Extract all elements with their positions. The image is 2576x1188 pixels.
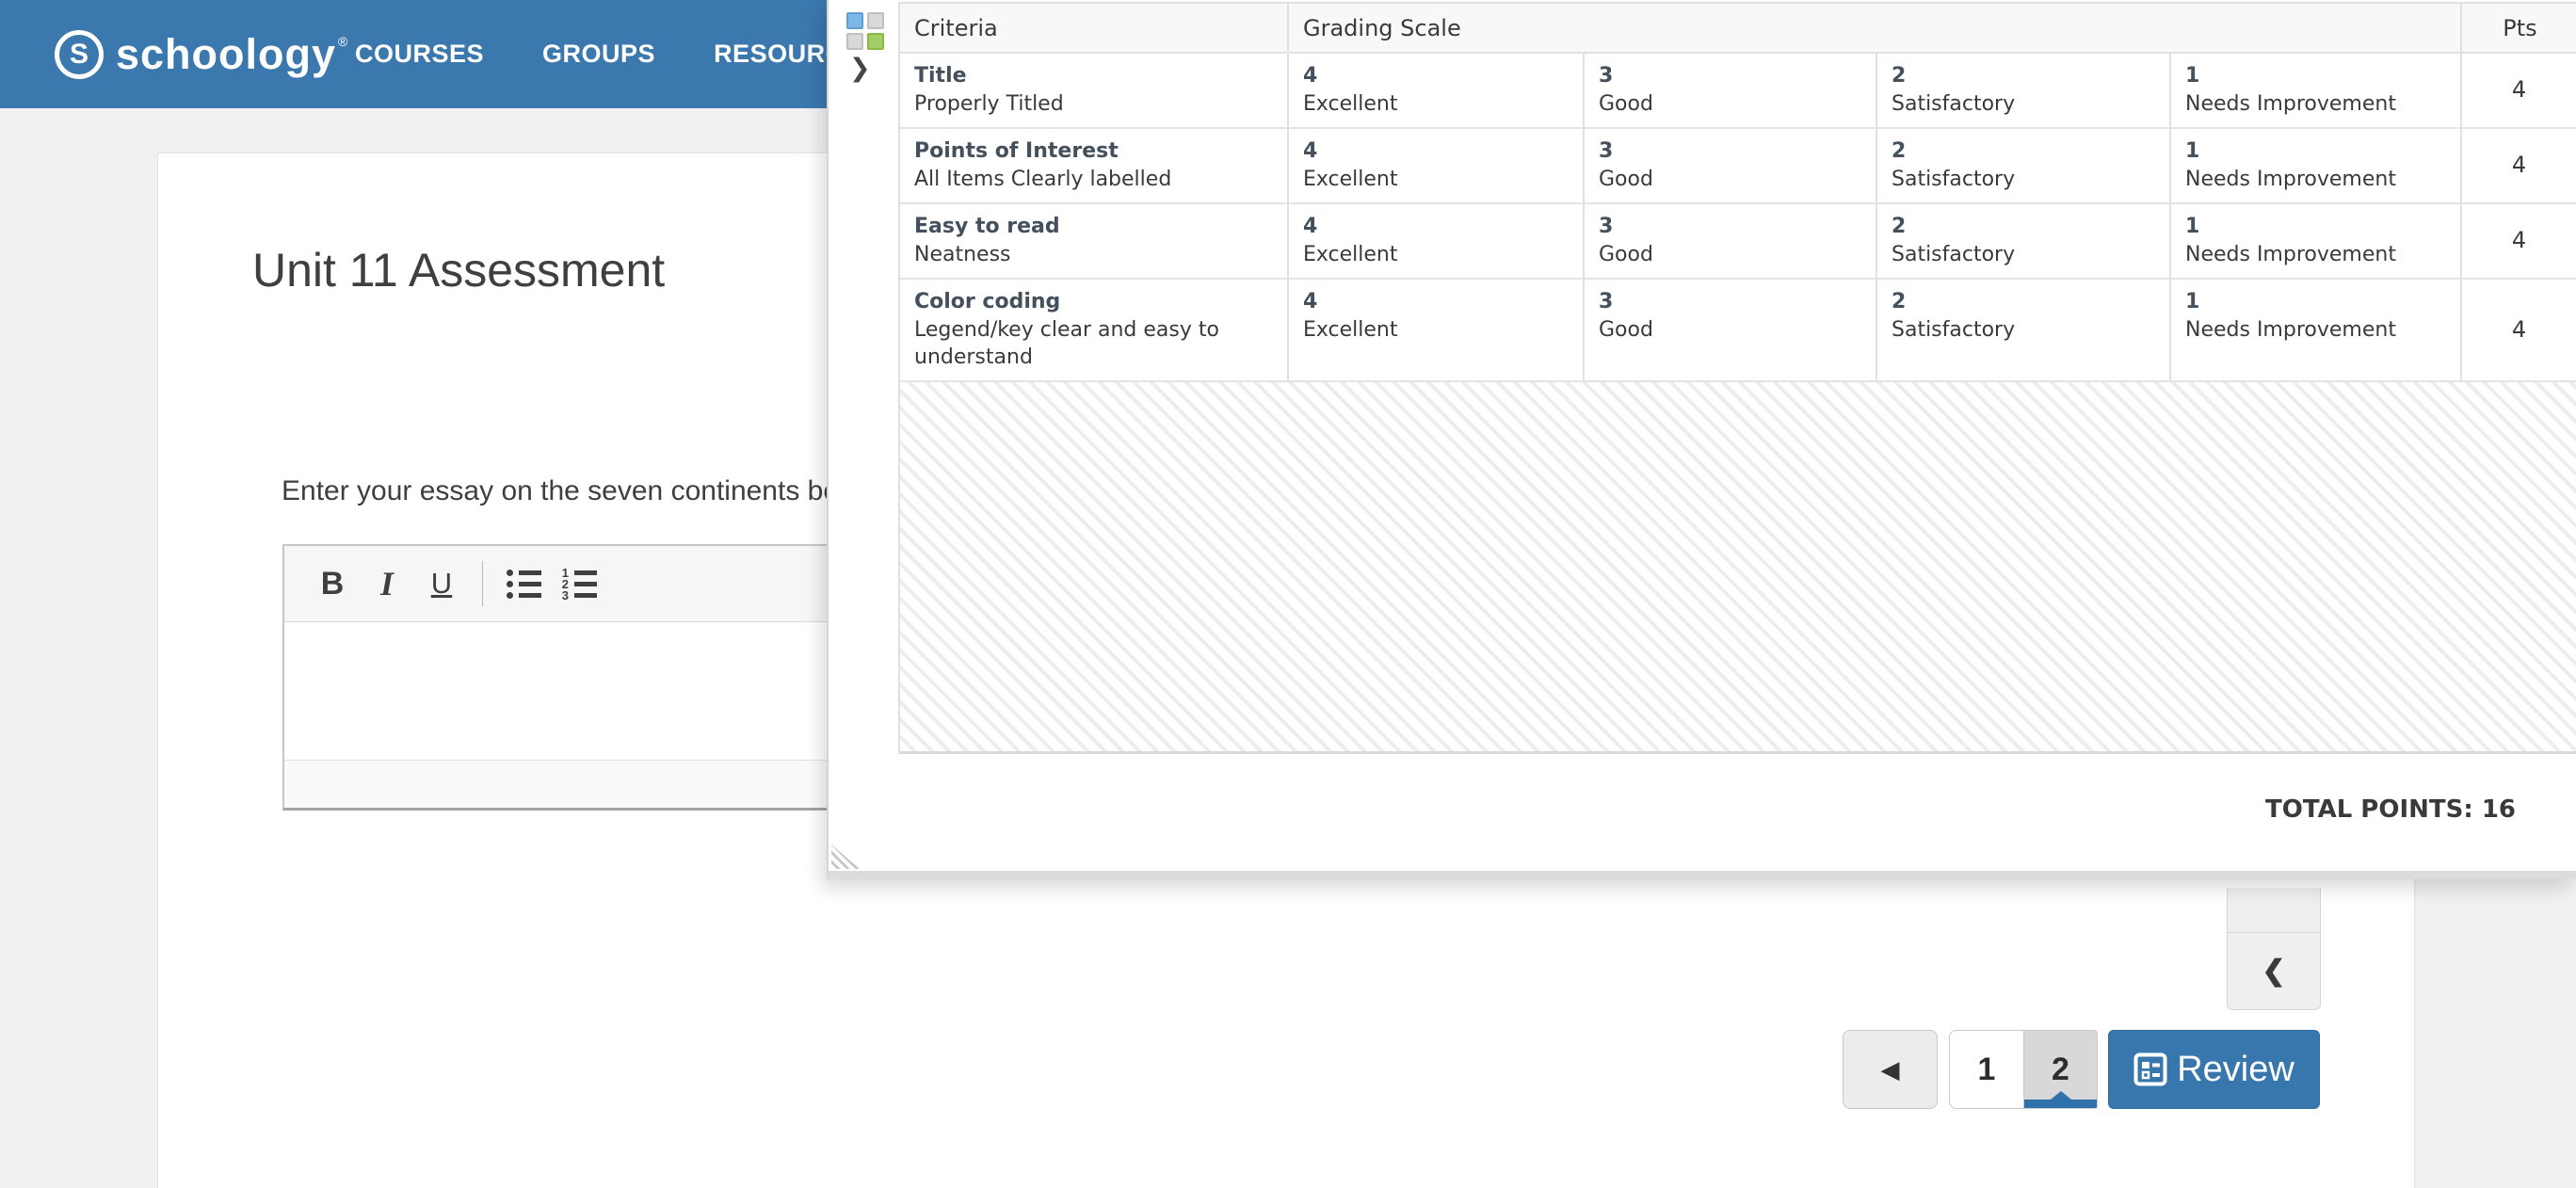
italic-button[interactable]: I	[360, 556, 414, 611]
chevron-left-icon: ❮	[2262, 955, 2285, 987]
collapse-top-button[interactable]	[2227, 888, 2321, 932]
rubric-review-icon	[2133, 1052, 2167, 1086]
level-cell[interactable]: 2Satisfactory	[1877, 129, 2171, 202]
grid-square-blue	[846, 12, 863, 29]
panel-collapse-group: ❮	[2227, 888, 2321, 1010]
criterion-description: Neatness	[914, 241, 1274, 268]
rubric-row: Color coding Legend/key clear and easy t…	[900, 280, 2576, 382]
rubric-rows: Title Properly Titled 4Excellent 3Good 2…	[900, 54, 2576, 382]
expand-criteria-chevron-icon[interactable]: ❯	[849, 54, 871, 83]
criterion-cell[interactable]: Title Properly Titled	[900, 54, 1289, 127]
pts-cell: 4	[2462, 280, 2576, 380]
rubric-row: Points of Interest All Items Clearly lab…	[900, 129, 2576, 204]
level-cell[interactable]: 1Needs Improvement	[2171, 54, 2462, 127]
criterion-description: Properly Titled	[914, 90, 1274, 118]
level-cell[interactable]: 2Satisfactory	[1877, 280, 2171, 380]
grid-square-gray-1	[867, 12, 884, 29]
review-button[interactable]: Review	[2108, 1030, 2320, 1109]
rubric-table: Criteria Grading Scale Pts Title Properl…	[898, 2, 2576, 754]
criterion-name: Title	[914, 62, 1274, 89]
level-cell[interactable]: 2Satisfactory	[1877, 54, 2171, 127]
page-1-button[interactable]: 1	[1949, 1030, 2023, 1109]
level-cell[interactable]: 1Needs Improvement	[2171, 280, 2462, 380]
essay-prompt: Enter your essay on the seven continents…	[282, 475, 861, 507]
level-cell[interactable]: 3Good	[1585, 129, 1877, 202]
criterion-name: Color coding	[914, 288, 1274, 315]
schoology-logo[interactable]: S schoology ®	[55, 28, 346, 81]
rubric-panel: ❯ Criteria Grading Scale Pts Title Prope…	[827, 0, 2576, 879]
registered-trademark: ®	[338, 34, 347, 49]
criteria-header: Criteria	[900, 4, 1289, 52]
pagination: ◀ 12 Review	[1843, 1030, 2320, 1109]
toolbar-divider	[482, 561, 483, 606]
brand-wordmark: schoology	[116, 30, 336, 79]
grid-square-gray-2	[846, 33, 863, 50]
level-cell[interactable]: 3Good	[1585, 204, 1877, 278]
grading-scale-header: Grading Scale	[1289, 4, 2462, 52]
pts-cell: 4	[2462, 129, 2576, 202]
bullet-list-button[interactable]	[496, 556, 551, 611]
rubric-grid-icon[interactable]	[846, 12, 884, 50]
total-points-label: TOTAL POINTS: 16	[829, 795, 2576, 824]
page-2-button[interactable]: 2	[2023, 1030, 2098, 1109]
pts-cell: 4	[2462, 204, 2576, 278]
criterion-name: Points of Interest	[914, 137, 1274, 165]
level-cell[interactable]: 3Good	[1585, 280, 1877, 380]
criterion-description: All Items Clearly labelled	[914, 166, 1274, 193]
bullet-list-icon	[507, 570, 541, 599]
level-cell[interactable]: 4Excellent	[1289, 129, 1585, 202]
nav-item-groups[interactable]: GROUPS	[542, 40, 655, 69]
level-cell[interactable]: 4Excellent	[1289, 280, 1585, 380]
level-cell[interactable]: 2Satisfactory	[1877, 204, 2171, 278]
rubric-row: Easy to read Neatness 4Excellent 3Good 2…	[900, 204, 2576, 280]
underline-button[interactable]: U	[414, 556, 469, 611]
nav-menu: COURSESGROUPSRESOURCES	[355, 0, 879, 108]
level-cell[interactable]: 1Needs Improvement	[2171, 204, 2462, 278]
page-button-group: 12	[1949, 1030, 2098, 1109]
previous-arrow-icon: ◀	[1881, 1055, 1900, 1084]
numbered-list-icon: 1 2 3	[559, 570, 597, 599]
nav-item-courses[interactable]: COURSES	[355, 40, 484, 69]
pts-header: Pts	[2462, 4, 2576, 52]
grid-square-green	[867, 33, 884, 50]
level-cell[interactable]: 4Excellent	[1289, 54, 1585, 127]
criterion-cell[interactable]: Color coding Legend/key clear and easy t…	[900, 280, 1289, 380]
collapse-panel-button[interactable]: ❮	[2227, 932, 2321, 1010]
review-button-label: Review	[2177, 1050, 2294, 1090]
rubric-row: Title Properly Titled 4Excellent 3Good 2…	[900, 54, 2576, 129]
rubric-empty-area	[900, 382, 2576, 754]
pts-cell: 4	[2462, 54, 2576, 127]
criterion-cell[interactable]: Easy to read Neatness	[900, 204, 1289, 278]
criterion-name: Easy to read	[914, 213, 1274, 240]
page-title: Unit 11 Assessment	[252, 243, 665, 297]
criterion-cell[interactable]: Points of Interest All Items Clearly lab…	[900, 129, 1289, 202]
schoology-s-icon: S	[55, 30, 104, 79]
criterion-description: Legend/key clear and easy to understand	[914, 316, 1274, 371]
level-cell[interactable]: 3Good	[1585, 54, 1877, 127]
rubric-gutter: ❯	[829, 0, 898, 871]
numbered-list-button[interactable]: 1 2 3	[551, 556, 605, 611]
previous-page-button[interactable]: ◀	[1843, 1030, 1938, 1109]
bold-button[interactable]: B	[305, 556, 360, 611]
level-cell[interactable]: 4Excellent	[1289, 204, 1585, 278]
rubric-table-header: Criteria Grading Scale Pts	[900, 4, 2576, 54]
level-cell[interactable]: 1Needs Improvement	[2171, 129, 2462, 202]
